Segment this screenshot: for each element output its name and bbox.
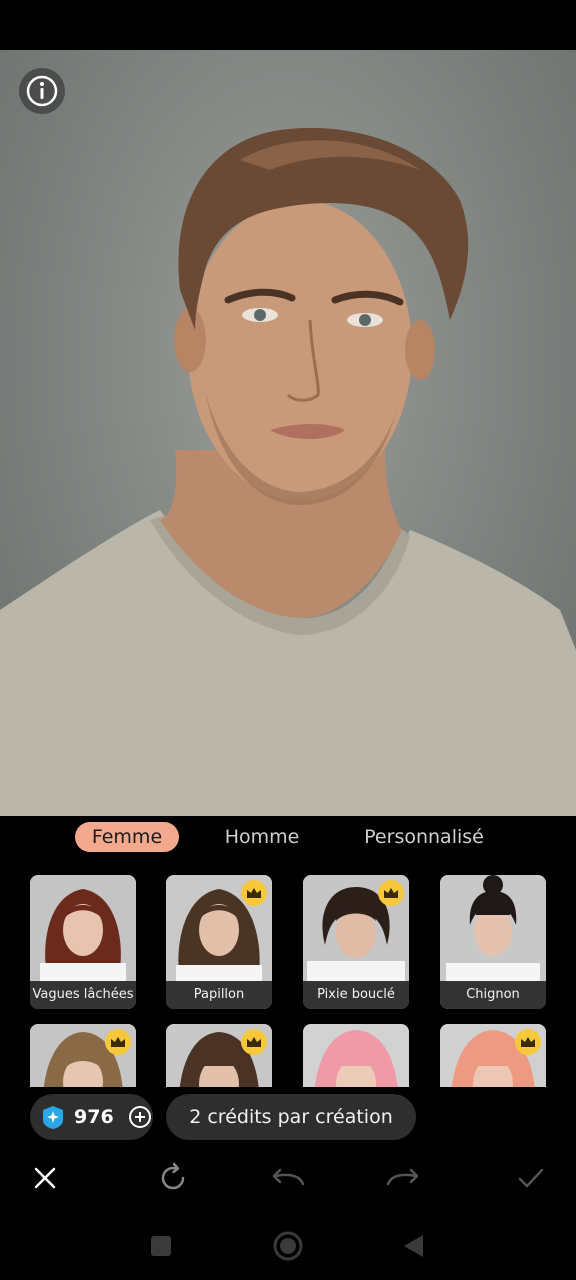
recents-button[interactable] [141, 1226, 181, 1266]
credits-cost-tooltip: 2 crédits par création [166, 1094, 416, 1140]
style-label: Pixie bouclé [303, 981, 409, 1009]
premium-crown-icon [105, 1029, 131, 1055]
redo-icon [386, 1168, 419, 1186]
regenerate-icon [161, 1162, 185, 1190]
premium-crown-icon [515, 1029, 541, 1055]
style-card-papillon[interactable]: Papillon [166, 875, 272, 1009]
status-bar [0, 0, 576, 50]
tab-personnalise[interactable]: Personnalisé [352, 822, 496, 852]
regenerate-button[interactable] [153, 1158, 193, 1198]
style-label: Chignon [440, 981, 546, 1009]
info-icon [26, 75, 58, 107]
style-card-vagues-lachees[interactable]: Vagues lâchées [30, 875, 136, 1009]
redo-button[interactable] [383, 1158, 423, 1198]
style-label: Papillon [166, 981, 272, 1009]
app-screen: Femme Homme Personnalisé Vagues lâchées … [0, 0, 576, 1280]
style-card-chignon[interactable]: Chignon [440, 875, 546, 1009]
undo-icon [272, 1168, 305, 1186]
premium-crown-icon [241, 880, 267, 906]
confirm-icon [518, 1168, 544, 1188]
confirm-button[interactable] [511, 1158, 551, 1198]
add-credits-icon[interactable] [128, 1105, 152, 1129]
premium-crown-icon [378, 880, 404, 906]
tab-homme[interactable]: Homme [212, 822, 312, 852]
diamond-credit-icon [43, 1106, 63, 1129]
credits-pill[interactable]: 976 [30, 1094, 153, 1140]
tab-femme[interactable]: Femme [75, 822, 179, 852]
back-icon [404, 1235, 423, 1257]
portrait-photo [0, 50, 576, 816]
home-icon [273, 1231, 303, 1261]
close-button[interactable] [25, 1158, 65, 1198]
style-thumbnail [30, 875, 136, 981]
premium-crown-icon [241, 1029, 267, 1055]
back-button[interactable] [393, 1226, 433, 1266]
credits-value: 976 [74, 1106, 114, 1128]
style-thumbnail [440, 875, 546, 981]
category-tabs: Femme Homme Personnalisé [0, 816, 576, 860]
close-icon [34, 1167, 56, 1189]
style-card-pixie-boucle[interactable]: Pixie bouclé [303, 875, 409, 1009]
home-button[interactable] [268, 1226, 308, 1266]
info-button[interactable] [19, 68, 65, 114]
recents-icon [151, 1236, 171, 1256]
style-label: Vagues lâchées [30, 981, 136, 1009]
undo-button[interactable] [268, 1158, 308, 1198]
